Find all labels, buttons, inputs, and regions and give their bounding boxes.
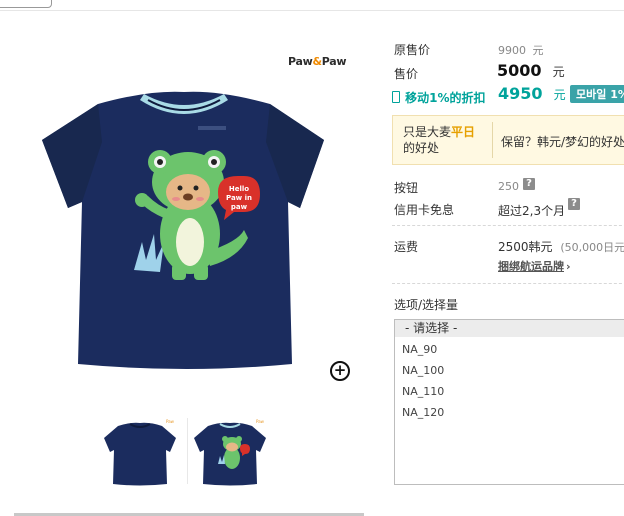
section-divider: [392, 225, 624, 226]
mobile-discount-label: 移动1%的折扣: [405, 91, 486, 105]
mobile-discount-row: 移动1%的折扣: [392, 87, 485, 106]
card-help-icon[interactable]: ?: [568, 198, 580, 210]
sale-price-row: 5000 元: [497, 61, 565, 80]
options-title: 选项/选择量: [394, 298, 459, 312]
sale-price-label: 售价: [394, 67, 419, 81]
mobile-badge[interactable]: 모바일 1%: [570, 85, 624, 103]
bundle-shipping-link-text: 捆绑航运品牌: [498, 260, 564, 273]
chest-label: [198, 126, 226, 130]
benefit-prefix: 只是大麦: [403, 125, 452, 139]
svg-text:paw: paw: [231, 203, 248, 211]
sale-price-value: 5000: [497, 61, 542, 80]
top-divider: [0, 10, 624, 11]
shipping-row: 2500韩元 (50,000日元以: [498, 238, 624, 255]
original-price-unit: 元: [532, 44, 544, 57]
option-item[interactable]: NA_100: [402, 364, 444, 377]
bundle-shipping-link[interactable]: 捆绑航运品牌 ›: [498, 258, 571, 274]
benefit-right-text: 保留？韩元/梦幻的好处: [501, 135, 624, 149]
option-item[interactable]: NA_90: [402, 343, 437, 356]
chevron-right-icon: ›: [566, 260, 571, 273]
product-main-image[interactable]: Hello Paw in paw: [38, 82, 334, 372]
original-price-label: 原售价: [394, 43, 431, 57]
mobile-price-value: 4950: [498, 84, 543, 103]
points-value: 250: [498, 180, 519, 193]
thumbnail-front[interactable]: Paw: [190, 410, 270, 490]
thumb-separator: [187, 418, 188, 484]
sale-price-unit: 元: [552, 65, 565, 79]
thumbnail-back[interactable]: Paw: [100, 410, 180, 490]
mobile-price-row: 4950 元: [498, 84, 566, 103]
benefit-highlight: 平日: [451, 125, 476, 139]
original-price-row: 9900 元: [498, 42, 544, 58]
shipping-note: (50,000日元以: [560, 241, 624, 254]
points-label: 按钮: [394, 181, 419, 195]
original-price-value: 9900: [498, 44, 526, 57]
mobile-price-unit: 元: [553, 88, 566, 102]
section-divider-2: [392, 283, 624, 284]
option-item[interactable]: NA_120: [402, 406, 444, 419]
svg-text:Paw in: Paw in: [226, 194, 252, 202]
benefit-divider: [492, 122, 493, 158]
brand-logo: Paw&Paw: [288, 55, 347, 68]
thumb-brand: Paw: [256, 419, 265, 424]
top-button[interactable]: [0, 0, 52, 8]
shipping-value: 2500韩元: [498, 240, 553, 254]
option-item[interactable]: NA_110: [402, 385, 444, 398]
mobile-phone-icon: [392, 91, 400, 103]
svg-text:Hello: Hello: [229, 185, 249, 193]
zoom-icon[interactable]: +: [330, 361, 350, 381]
option-placeholder[interactable]: - 请选择 -: [395, 320, 624, 337]
thumb-brand: Paw: [166, 419, 175, 424]
points-help-icon[interactable]: ?: [523, 178, 535, 190]
card-label: 信用卡免息: [394, 203, 455, 217]
benefit-line2: 的好处: [403, 141, 440, 155]
card-value: 超过2,3个月: [498, 204, 566, 218]
benefit-left-text: 只是大麦平日 的好处: [403, 124, 475, 156]
shipping-label: 运费: [394, 240, 419, 254]
